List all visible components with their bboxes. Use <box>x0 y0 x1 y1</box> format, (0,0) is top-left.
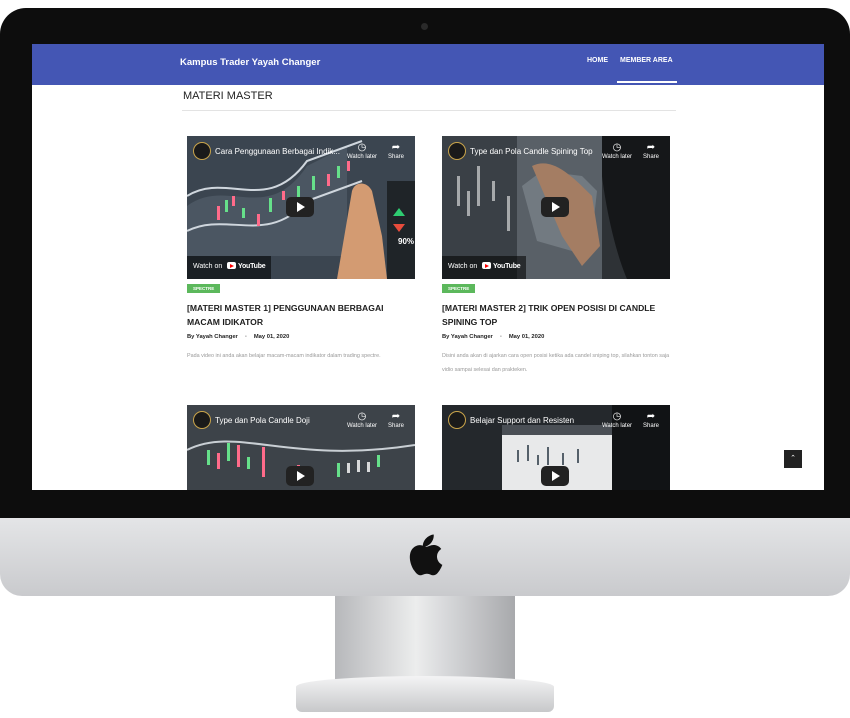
channel-logo-icon <box>448 142 466 160</box>
clock-icon: ◷ <box>357 411 367 422</box>
channel-logo-icon <box>193 411 211 429</box>
video-title[interactable]: Type dan Pola Candle Spining Top <box>470 147 593 156</box>
site-brand[interactable]: Kampus Trader Yayah Changer <box>180 57 320 68</box>
navbar: Kampus Trader Yayah Changer HOME MEMBER … <box>32 44 824 85</box>
nav-home-link[interactable]: HOME <box>587 57 608 64</box>
post-author[interactable]: By Yayah Changer <box>187 334 238 340</box>
title-divider <box>182 110 676 111</box>
monitor-chin <box>0 518 850 596</box>
post-date: May 01, 2020 <box>253 334 290 340</box>
video-embed[interactable]: Type dan Pola Candle Doji ◷ Watch later ➦… <box>187 405 415 490</box>
post-title[interactable]: [MATERI MASTER 2] TRIK OPEN POSISI DI CA… <box>442 301 670 329</box>
scroll-to-top-button[interactable]: ⌃ <box>784 450 802 468</box>
category-tag[interactable]: SPECTRE <box>187 284 221 293</box>
channel-logo-icon <box>448 411 466 429</box>
share-button[interactable]: ➦ Share <box>637 142 665 160</box>
post-excerpt: Pada video ini anda akan belajar macam-m… <box>187 353 381 359</box>
post-meta: By Yayah Changer • May 01, 2020 <box>442 334 544 340</box>
website-screen: Kampus Trader Yayah Changer HOME MEMBER … <box>32 44 824 490</box>
post-date: May 01, 2020 <box>508 334 545 340</box>
play-icon[interactable] <box>286 466 314 486</box>
video-title[interactable]: Cara Penggunaan Berbagai Indik... <box>215 147 340 156</box>
video-title[interactable]: Belajar Support dan Resisten <box>470 416 574 425</box>
post-title[interactable]: [MATERI MASTER 1] PENGGUNAAN BERBAGAI MA… <box>187 301 415 329</box>
youtube-icon <box>482 262 491 269</box>
nav-member-area-link[interactable]: MEMBER AREA <box>620 57 673 64</box>
chevron-up-icon: ⌃ <box>790 455 796 462</box>
post-excerpt: Disini anda akan di ajarkan cara open po… <box>442 353 670 373</box>
watch-later-button[interactable]: ◷ Watch later <box>597 411 637 429</box>
post-meta: By Yayah Changer • May 01, 2020 <box>187 334 289 340</box>
meta-separator: • <box>244 334 247 340</box>
share-icon: ➦ <box>391 411 401 422</box>
post-author[interactable]: By Yayah Changer <box>442 334 493 340</box>
share-button[interactable]: ➦ Share <box>382 142 410 160</box>
play-icon[interactable] <box>541 466 569 486</box>
video-overlay-percent: 90% <box>398 237 415 246</box>
video-embed[interactable]: Belajar Support dan Resisten ◷ Watch late… <box>442 405 670 490</box>
nav-active-indicator <box>617 81 677 83</box>
play-icon[interactable] <box>541 197 569 217</box>
camera-dot <box>421 23 428 30</box>
monitor-stand-neck <box>335 596 515 684</box>
share-button[interactable]: ➦ Share <box>637 411 665 429</box>
share-icon: ➦ <box>646 411 656 422</box>
share-button[interactable]: ➦ Share <box>382 411 410 429</box>
clock-icon: ◷ <box>612 411 622 422</box>
watch-later-button[interactable]: ◷ Watch later <box>342 411 382 429</box>
share-icon: ➦ <box>646 142 656 153</box>
video-embed[interactable]: Cara Penggunaan Berbagai Indik... ◷ Watch… <box>187 136 415 279</box>
watch-on-youtube-link[interactable]: Watch on YouTube <box>442 256 526 279</box>
category-tag[interactable]: SPECTRE <box>442 284 476 293</box>
video-embed[interactable]: Type dan Pola Candle Spining Top ◷ Watch … <box>442 136 670 279</box>
watch-on-youtube-link[interactable]: Watch on YouTube <box>187 256 271 279</box>
clock-icon: ◷ <box>357 142 367 153</box>
channel-logo-icon <box>193 142 211 160</box>
clock-icon: ◷ <box>612 142 622 153</box>
share-icon: ➦ <box>391 142 401 153</box>
watch-later-button[interactable]: ◷ Watch later <box>597 142 637 160</box>
video-title[interactable]: Type dan Pola Candle Doji <box>215 416 310 425</box>
watch-later-button[interactable]: ◷ Watch later <box>342 142 382 160</box>
play-icon[interactable] <box>286 197 314 217</box>
apple-logo-icon <box>409 534 443 576</box>
page-title: MATERI MASTER <box>183 90 273 102</box>
monitor-stand-foot <box>296 676 554 712</box>
meta-separator: • <box>499 334 502 340</box>
youtube-icon <box>227 262 236 269</box>
